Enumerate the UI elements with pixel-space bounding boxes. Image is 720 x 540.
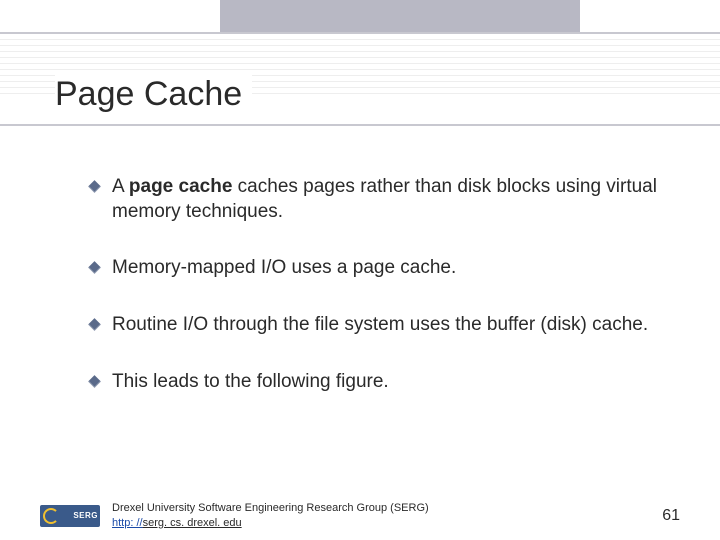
- bullet-text: Memory-mapped I/O uses a page cache.: [112, 257, 456, 278]
- footer-org: Drexel University Software Engineering R…: [112, 501, 429, 515]
- bullet-item: This leads to the following figure.: [90, 370, 660, 395]
- serg-logo: SERG: [40, 505, 100, 527]
- page-number: 61: [662, 507, 680, 525]
- logo-swirl-icon: [43, 508, 59, 524]
- footer-link-prefix[interactable]: http: //: [112, 517, 143, 529]
- content-area: A page cache caches pages rather than di…: [90, 175, 660, 426]
- bullet-text: This leads to the following figure.: [112, 371, 389, 392]
- logo-text: SERG: [73, 511, 98, 520]
- bullet-item: Routine I/O through the file system uses…: [90, 313, 660, 338]
- bullet-text: Routine I/O through the file system uses…: [112, 314, 648, 335]
- title-underline: [0, 124, 720, 126]
- footer-url: http: //serg. cs. drexel. edu: [112, 516, 429, 530]
- page-title: Page Cache: [55, 75, 252, 114]
- bullet-item: Memory-mapped I/O uses a page cache.: [90, 256, 660, 281]
- footer-attribution: Drexel University Software Engineering R…: [112, 501, 429, 530]
- footer: SERG Drexel University Software Engineer…: [40, 501, 680, 530]
- bullet-text-pre: A: [112, 176, 129, 197]
- bullet-item: A page cache caches pages rather than di…: [90, 175, 660, 224]
- bullet-text-bold: page cache: [129, 176, 233, 197]
- footer-link-rest[interactable]: serg. cs. drexel. edu: [143, 517, 242, 529]
- header-band: [220, 0, 580, 32]
